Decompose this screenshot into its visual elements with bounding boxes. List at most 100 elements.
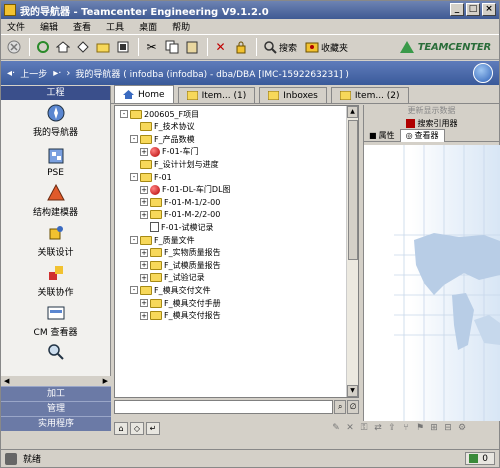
- tree-node[interactable]: + F_模具交付报告: [140, 310, 221, 322]
- find-icon[interactable]: ⌕: [334, 400, 347, 414]
- expand-toggle-icon[interactable]: +: [140, 248, 148, 257]
- tree-node[interactable]: F-01-试模记录: [140, 221, 214, 233]
- sidebar-group-admin[interactable]: 管理: [1, 401, 111, 416]
- tab-inboxes[interactable]: Inboxes: [259, 87, 327, 103]
- close-button[interactable]: ×: [482, 3, 496, 16]
- tag-icon[interactable]: [74, 39, 91, 56]
- tree-node[interactable]: + F_试验记录: [140, 272, 205, 284]
- sidebar-header[interactable]: 工程: [1, 86, 110, 100]
- source-referencer[interactable]: 搜索引用器: [364, 117, 499, 129]
- tab-item-1[interactable]: Item... (1): [177, 87, 256, 103]
- menu-help[interactable]: 帮助: [172, 20, 190, 33]
- favorites-button[interactable]: 收藏夹: [303, 39, 348, 56]
- tree-node[interactable]: - F_产品数模: [130, 133, 195, 145]
- lock-icon[interactable]: [232, 39, 249, 56]
- home-icon[interactable]: [54, 39, 71, 56]
- clear-icon[interactable]: ∅: [347, 400, 359, 414]
- tree-node[interactable]: - F_模具交付文件: [130, 284, 211, 296]
- sidebar-item-structure-modeler[interactable]: 结构建模器: [1, 180, 110, 220]
- collapse-toggle-icon[interactable]: -: [130, 286, 138, 295]
- sidebar-item-related-design[interactable]: 关联设计: [1, 220, 110, 260]
- hierarchy-icon[interactable]: ⊟: [443, 423, 453, 433]
- globe-icon[interactable]: [473, 63, 493, 83]
- settings-icon[interactable]: ⚙: [457, 423, 467, 433]
- sidebar-item-cm-viewer[interactable]: CM 查看器: [1, 300, 110, 340]
- tab-viewer[interactable]: ◎ 查看器: [399, 128, 445, 142]
- stop-icon[interactable]: [5, 39, 22, 56]
- tree-node[interactable]: F_技术协议: [130, 121, 195, 133]
- menu-file[interactable]: 文件: [7, 20, 25, 33]
- key-icon[interactable]: ⚿: [359, 423, 369, 433]
- tab-home[interactable]: Home: [114, 85, 174, 103]
- expand-toggle-icon[interactable]: +: [140, 147, 148, 156]
- new-item-icon[interactable]: [114, 39, 131, 56]
- refresh-icon[interactable]: [34, 39, 51, 56]
- menu-desktop[interactable]: 桌面: [139, 20, 157, 33]
- expand-toggle-icon[interactable]: +: [140, 185, 148, 194]
- tree-node[interactable]: + F_实物质量报告: [140, 247, 221, 259]
- sidebar-item-pse[interactable]: PSE: [1, 140, 110, 180]
- collapse-toggle-icon[interactable]: -: [130, 173, 138, 181]
- tree-node[interactable]: - F_质量文件: [130, 234, 195, 246]
- tree-node[interactable]: + F_试模质量报告: [140, 259, 221, 271]
- forward-arrow-icon[interactable]: ▸·: [53, 68, 61, 79]
- maximize-button[interactable]: □: [466, 3, 480, 16]
- sidebar-item-search[interactable]: [1, 340, 110, 366]
- tab-item-2[interactable]: Item... (2): [330, 87, 409, 103]
- message-counter[interactable]: 0: [465, 452, 495, 465]
- tree-icon[interactable]: ⊞: [429, 423, 439, 433]
- collapse-toggle-icon[interactable]: -: [130, 135, 138, 144]
- move-icon[interactable]: ⇄: [373, 423, 383, 433]
- sidebar-group-manufacturing[interactable]: 加工: [1, 386, 111, 401]
- tree-node[interactable]: + F-01-车门: [140, 146, 199, 158]
- cut-icon[interactable]: ✂: [143, 39, 160, 56]
- branch-icon[interactable]: ⑂: [401, 423, 411, 433]
- tree-node[interactable]: + F-01-M-1/2-00: [140, 196, 220, 208]
- scroll-up-icon[interactable]: ▲: [347, 106, 358, 118]
- tree-scrollbar[interactable]: ▲ ▼: [346, 106, 358, 397]
- sidebar-scrollbar[interactable]: ◀ ▶: [1, 376, 111, 386]
- refresh-display-data[interactable]: 更新显示数据: [364, 105, 499, 117]
- collapse-toggle-icon[interactable]: -: [130, 236, 138, 244]
- flag-icon[interactable]: ⚑: [415, 423, 425, 433]
- delete-icon[interactable]: ✕: [345, 423, 355, 433]
- menu-edit[interactable]: 编辑: [40, 20, 58, 33]
- expand-toggle-icon[interactable]: +: [140, 198, 148, 207]
- back-button[interactable]: 上一步: [20, 67, 47, 80]
- menu-view[interactable]: 查看: [73, 20, 91, 33]
- search-input[interactable]: [114, 400, 334, 414]
- back-arrow-icon[interactable]: ◂·: [7, 68, 15, 79]
- expand-toggle-icon[interactable]: +: [140, 273, 148, 282]
- sidebar-group-utilities[interactable]: 实用程序: [1, 416, 111, 431]
- export-icon[interactable]: ⇪: [387, 423, 397, 433]
- sidebar-item-my-navigator[interactable]: 我的导航器: [1, 100, 110, 140]
- collapse-toggle-icon[interactable]: -: [120, 110, 128, 118]
- tab-properties[interactable]: ■ 属性: [364, 130, 400, 141]
- expand-toggle-icon[interactable]: +: [140, 210, 148, 219]
- tag-icon[interactable]: ◇: [130, 422, 144, 435]
- delete-icon[interactable]: ✕: [212, 39, 229, 56]
- expand-toggle-icon[interactable]: +: [140, 311, 148, 320]
- tree-node[interactable]: - 200605_F项目: [120, 108, 199, 120]
- scroll-thumb[interactable]: [348, 120, 358, 260]
- expand-toggle-icon[interactable]: +: [140, 261, 148, 270]
- tree-node[interactable]: + F-01-M-2/2-00: [140, 209, 220, 221]
- minimize-button[interactable]: _: [450, 3, 464, 16]
- copy-icon[interactable]: [163, 39, 180, 56]
- scroll-down-icon[interactable]: ▼: [347, 385, 358, 397]
- home-icon[interactable]: ⌂: [114, 422, 128, 435]
- scroll-left-icon[interactable]: ◀: [4, 377, 9, 385]
- link-icon[interactable]: ↵: [146, 422, 160, 435]
- tree-node[interactable]: + F-01-DL-车门DL图: [140, 184, 231, 196]
- paste-icon[interactable]: [183, 39, 200, 56]
- tree-node[interactable]: + F_模具交付手册: [140, 297, 221, 309]
- tree-node[interactable]: - F-01: [130, 171, 172, 183]
- search-button[interactable]: 搜索: [261, 39, 297, 56]
- menu-tools[interactable]: 工具: [106, 20, 124, 33]
- expand-toggle-icon[interactable]: +: [140, 299, 148, 307]
- edit-icon[interactable]: ✎: [331, 423, 341, 433]
- scroll-right-icon[interactable]: ▶: [103, 377, 108, 385]
- sidebar-item-collaboration[interactable]: 关联协作: [1, 260, 110, 300]
- tree-node[interactable]: F_设计计划与进度: [130, 158, 219, 170]
- open-folder-icon[interactable]: [94, 39, 111, 56]
